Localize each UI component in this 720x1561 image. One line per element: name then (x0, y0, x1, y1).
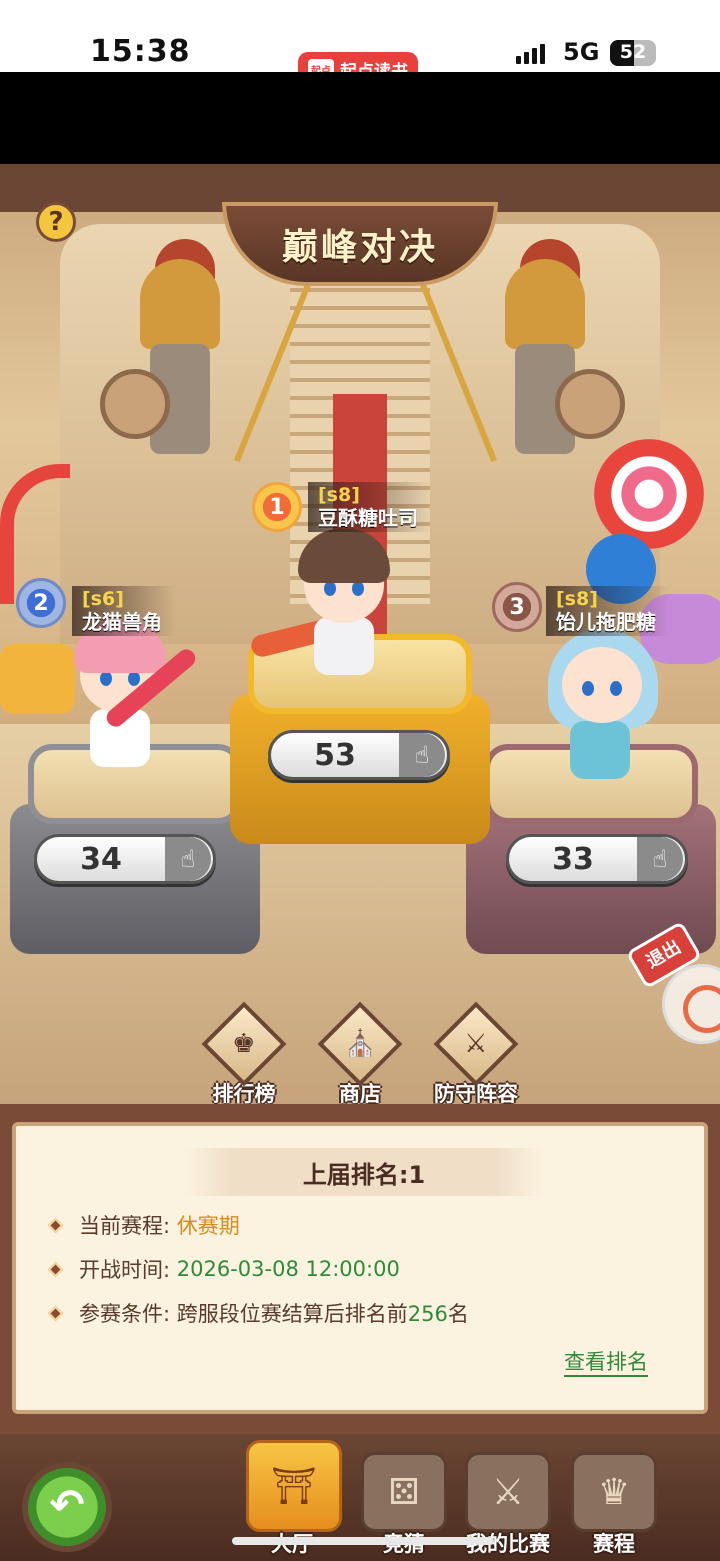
like-count: 53 (314, 737, 356, 773)
rank-3-badge: 3 (492, 582, 542, 632)
entry-condition-value: 跨服段位赛结算后排名前256名 (176, 1302, 469, 1326)
tab-schedule-label: 赛程 (593, 1532, 635, 1556)
help-button[interactable]: ? (36, 202, 76, 242)
player-server: [s8] (556, 588, 598, 610)
podium-icon: ♚ (232, 1029, 256, 1059)
view-ranking-link[interactable]: 查看排名 (564, 1346, 648, 1376)
spartan-statue-left (100, 239, 322, 489)
scroll-sword-icon: ⚔ (491, 1471, 525, 1513)
entry-rank-limit: 256 (407, 1302, 448, 1326)
rank-1-badge: 1 (252, 482, 302, 532)
character-rank-2[interactable] (66, 619, 199, 767)
home-indicator[interactable] (232, 1537, 494, 1545)
shop-button[interactable]: ⛪ 商店 (300, 1001, 420, 1104)
like-button-rank-2[interactable]: 34 ☝ (34, 834, 216, 884)
title-plate: 巅峰对决 (222, 202, 498, 286)
player-name: 豆酥糖吐司 (318, 506, 418, 530)
battle-time-value: 2026-03-08 12:00:00 (176, 1257, 400, 1281)
last-season-rank: 上届排名:1 (184, 1148, 544, 1196)
status-bar: 15:38 起点 起点读书 5G 52 (0, 0, 720, 86)
player-server: [s8] (318, 484, 360, 506)
like-button-rank-1[interactable]: 53 ☝ (268, 730, 450, 780)
cake-decoration (0, 644, 75, 714)
arena-scene: 巅峰对决 ? 1 [s8] 豆酥糖吐司 2 [s6] 龙猫兽角 3 [s8] 饴… (0, 164, 720, 1104)
like-button-rank-3[interactable]: 33 ☝ (506, 834, 688, 884)
character-rank-3[interactable] (540, 629, 660, 779)
player-name: 龙猫兽角 (82, 610, 162, 634)
dice-icon: ⚄ (388, 1471, 420, 1513)
signal-icon (516, 42, 545, 64)
lollipop-decoration (594, 439, 704, 549)
thumbs-up-icon: ☝ (165, 837, 211, 881)
player-name: 饴儿拖肥糖 (556, 610, 656, 634)
battle-time-row: 开战时间: 2026-03-08 12:00:00 (47, 1254, 400, 1284)
status-time: 15:38 (90, 34, 191, 69)
diamond-bullet-icon (47, 1217, 64, 1233)
info-panel: 上届排名:1 当前赛程: 休赛期 开战时间: 2026-03-08 12:00:… (12, 1122, 708, 1414)
battery-level: 52 (619, 41, 647, 63)
thumbs-up-icon: ☝ (399, 733, 445, 777)
current-stage-row: 当前赛程: 休赛期 (47, 1210, 240, 1240)
spartan-statue-right (409, 239, 625, 489)
back-button[interactable]: ↶ (22, 1462, 112, 1552)
back-arrow-icon: ↶ (49, 1480, 85, 1529)
current-stage-value: 休赛期 (176, 1214, 240, 1238)
battle-time-key: 开战时间: (79, 1258, 171, 1282)
tab-schedule[interactable]: ♛ 赛程 (568, 1452, 660, 1556)
defense-lineup-button[interactable]: ⚔ 防守阵容 (416, 1001, 536, 1104)
letterbox-band (0, 72, 720, 164)
character-rank-1[interactable] (248, 529, 400, 675)
hall-icon: ⛩ (271, 1466, 317, 1507)
page-title: 巅峰对决 (281, 227, 438, 268)
entry-condition-row: 参赛条件: 跨服段位赛结算后排名前256名 (47, 1298, 469, 1328)
shop-icon: ⛪ (343, 1029, 377, 1059)
like-count: 34 (80, 841, 122, 877)
leaderboard-button[interactable]: ♚ 排行榜 (184, 1001, 304, 1104)
network-type: 5G (563, 38, 600, 66)
diamond-bullet-icon (47, 1261, 64, 1277)
player-tag-rank-1[interactable]: [s8] 豆酥糖吐司 (308, 482, 432, 532)
crossed-swords-shield-icon: ⚔ (464, 1029, 488, 1059)
like-count: 33 (552, 841, 594, 877)
player-tag-rank-3[interactable]: [s8] 饴儿拖肥糖 (546, 586, 670, 636)
diamond-bullet-icon (47, 1305, 64, 1321)
player-tag-rank-2[interactable]: [s6] 龙猫兽角 (72, 586, 176, 636)
entry-condition-key: 参赛条件: (79, 1302, 171, 1326)
battery-icon: 52 (610, 40, 656, 66)
trophy-icon: ♛ (597, 1471, 631, 1513)
current-stage-key: 当前赛程: (79, 1214, 171, 1238)
player-server: [s6] (82, 588, 124, 610)
rank-2-badge: 2 (16, 578, 66, 628)
thumbs-up-icon: ☝ (637, 837, 683, 881)
